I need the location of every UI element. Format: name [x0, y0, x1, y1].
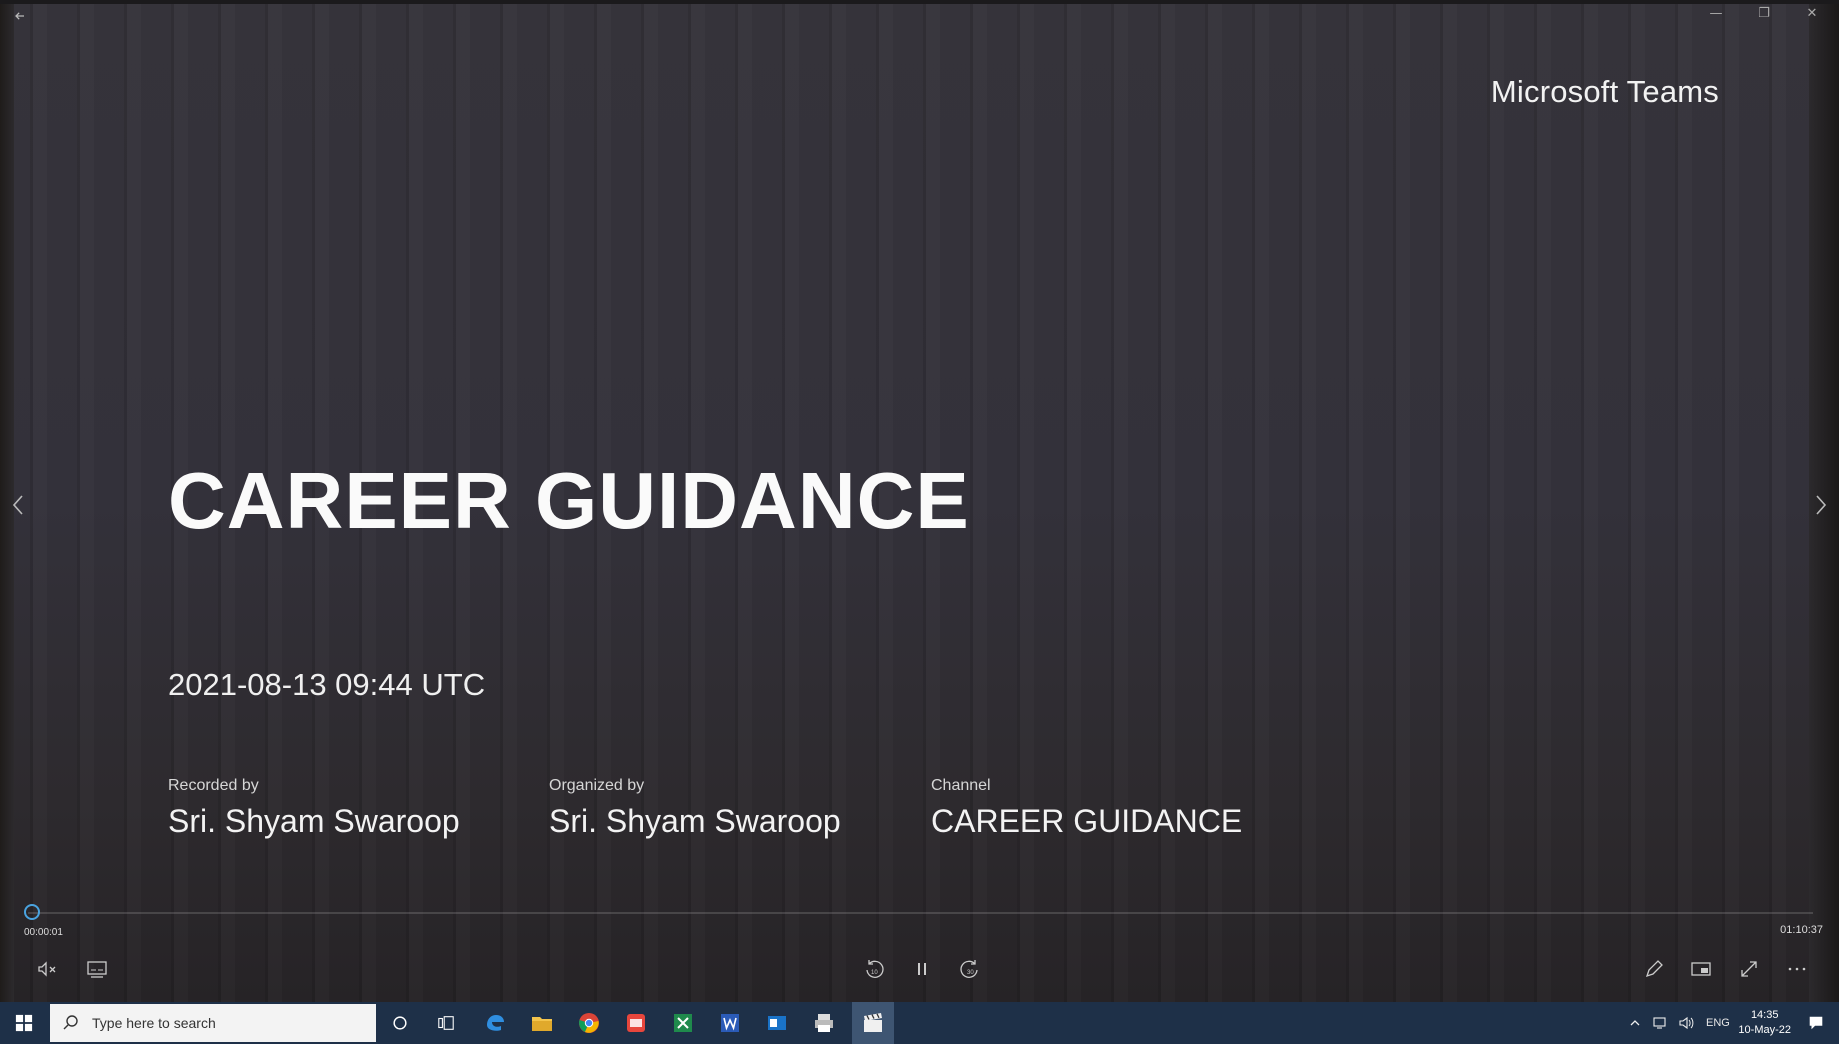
minimize-icon[interactable]: — [1709, 6, 1723, 21]
meeting-datetime: 2021-08-13 09:44 UTC [168, 667, 486, 702]
mute-button[interactable] [34, 956, 60, 982]
channel: Channel CAREER GUIDANCE [931, 777, 1242, 840]
organized-by-value: Sri. Shyam Swaroop [549, 803, 841, 839]
search-icon [63, 1015, 78, 1030]
clapperboard-icon [864, 1013, 882, 1032]
action-center-button[interactable] [1800, 1007, 1832, 1039]
title-bar [0, 0, 1839, 4]
folder-icon [532, 1017, 552, 1031]
picture-in-picture-icon [1691, 962, 1711, 976]
chrome-icon [579, 1013, 599, 1033]
channel-label: Channel [931, 777, 991, 794]
close-icon[interactable]: ✕ [1805, 6, 1819, 21]
organized-by-label: Organized by [549, 777, 645, 794]
excel-icon [674, 1014, 692, 1032]
previous-button[interactable] [6, 490, 30, 520]
edge-app[interactable] [479, 1007, 511, 1039]
total-time: 01:10:37 [1780, 924, 1823, 936]
more-icon [1788, 967, 1806, 971]
chevron-right-icon [1816, 495, 1827, 515]
pen-icon [1645, 960, 1663, 978]
printer-app[interactable] [808, 1007, 840, 1039]
svg-text:30: 30 [967, 970, 974, 976]
recorded-by-label: Recorded by [168, 777, 259, 794]
word-icon [721, 1014, 739, 1032]
taskbar-clock[interactable]: 14:35 10-May-22 [1738, 1008, 1791, 1038]
channel-value: CAREER GUIDANCE [931, 803, 1243, 839]
organized-by: Organized by Sri. Shyam Swaroop [549, 777, 841, 840]
volume-icon[interactable] [1678, 1015, 1694, 1031]
rewind-10-icon: 10 [866, 960, 884, 978]
taskbar-search[interactable]: Type here to search [50, 1004, 376, 1042]
chrome-app[interactable] [573, 1007, 605, 1039]
edge-icon [487, 1015, 504, 1031]
fullscreen-icon [1741, 961, 1757, 977]
forward-30-button[interactable]: 30 [957, 956, 983, 982]
svg-text:10: 10 [871, 970, 878, 976]
task-view-icon [438, 1016, 454, 1030]
cortana-button[interactable] [384, 1007, 416, 1039]
recorded-by: Recorded by Sri. Shyam Swaroop [168, 777, 460, 840]
start-button[interactable] [0, 1002, 48, 1044]
outlook-app[interactable] [761, 1007, 793, 1039]
cortana-icon [393, 1016, 407, 1030]
windows-logo-icon [15, 1014, 33, 1032]
seek-bar[interactable] [28, 912, 1813, 914]
recorded-by-value: Sri. Shyam Swaroop [168, 803, 460, 839]
picture-in-picture-button[interactable] [1688, 956, 1714, 982]
word-app[interactable] [714, 1007, 746, 1039]
pause-icon [918, 963, 926, 975]
notification-icon [1809, 1016, 1823, 1030]
forward-30-icon: 30 [960, 960, 978, 978]
pause-button[interactable] [909, 956, 935, 982]
elapsed-time: 00:00:01 [24, 927, 63, 938]
pdf-app[interactable] [620, 1007, 652, 1039]
chevron-left-icon [12, 495, 23, 515]
arrow-left-icon [15, 12, 24, 20]
back-button[interactable] [12, 8, 32, 28]
search-placeholder: Type here to search [92, 1015, 216, 1031]
more-options-button[interactable] [1784, 956, 1810, 982]
window-controls: — ❐ ✕ [1709, 6, 1819, 21]
network-icon[interactable] [1652, 1015, 1668, 1031]
clock-time: 14:35 [1750, 1009, 1779, 1021]
language-indicator[interactable]: ENG [1706, 1017, 1730, 1029]
seek-thumb[interactable] [24, 904, 40, 920]
mute-icon [38, 961, 56, 977]
system-tray: ENG [1628, 1002, 1730, 1044]
task-view-button[interactable] [430, 1007, 462, 1039]
fullscreen-button[interactable] [1736, 956, 1762, 982]
outlook-icon [768, 1016, 786, 1030]
rewind-10-button[interactable]: 10 [861, 956, 887, 982]
annotate-button[interactable] [1641, 956, 1667, 982]
video-player-app[interactable] [852, 1002, 894, 1044]
excel-app[interactable] [667, 1007, 699, 1039]
pdf-icon [627, 1014, 645, 1032]
next-button[interactable] [1809, 490, 1833, 520]
restore-icon[interactable]: ❐ [1757, 6, 1771, 21]
captions-icon [87, 961, 107, 978]
brand-label: Microsoft Teams [1490, 74, 1719, 109]
clock-date: 10-May-22 [1738, 1024, 1791, 1036]
file-explorer-app[interactable] [526, 1007, 558, 1039]
chevron-up-icon[interactable] [1628, 1016, 1642, 1030]
taskbar: Type here to search ENG 14:35 10-May-22 [0, 1002, 1839, 1044]
captions-button[interactable] [84, 956, 110, 982]
meeting-title: CAREER GUIDANCE [168, 456, 970, 545]
printer-icon [815, 1014, 833, 1032]
